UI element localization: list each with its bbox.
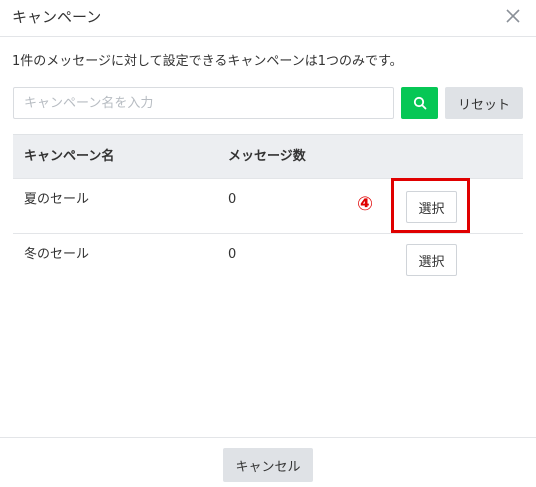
campaign-name-cell: 冬のセール <box>24 247 90 262</box>
campaign-dialog: キャンペーン 1件のメッセージに対して設定できるキャンペーンは1つのみです。 リ… <box>0 0 536 487</box>
select-button[interactable]: 選択 <box>406 244 457 276</box>
search-icon <box>413 96 426 110</box>
table-row: 冬のセール 0 選択 <box>13 234 523 284</box>
message-count-cell: 0 <box>228 192 237 207</box>
annotation-step-number: ④ <box>357 193 374 215</box>
table-row: 夏のセール 0 選択 <box>13 178 523 234</box>
close-icon <box>506 9 520 23</box>
select-button[interactable]: 選択 <box>406 191 457 223</box>
dialog-description: 1件のメッセージに対して設定できるキャンペーンは1つのみです。 <box>12 54 403 69</box>
close-button[interactable] <box>504 7 522 25</box>
campaign-search-input[interactable] <box>13 87 394 119</box>
dialog-footer: キャンセル <box>0 437 536 487</box>
column-header-campaign-name: キャンペーン名 <box>24 149 115 164</box>
message-count-cell: 0 <box>228 247 237 262</box>
column-header-message-count: メッセージ数 <box>228 149 306 164</box>
dialog-title: キャンペーン <box>12 8 102 26</box>
dialog-header: キャンペーン <box>0 0 536 37</box>
campaign-table: キャンペーン名 メッセージ数 夏のセール 0 選択 冬のセール 0 選択 ④ <box>13 134 523 284</box>
reset-button[interactable]: リセット <box>445 87 523 119</box>
table-header: キャンペーン名 メッセージ数 <box>13 134 523 178</box>
campaign-name-cell: 夏のセール <box>24 192 90 207</box>
cancel-button[interactable]: キャンセル <box>223 448 313 482</box>
search-button[interactable] <box>401 87 438 119</box>
